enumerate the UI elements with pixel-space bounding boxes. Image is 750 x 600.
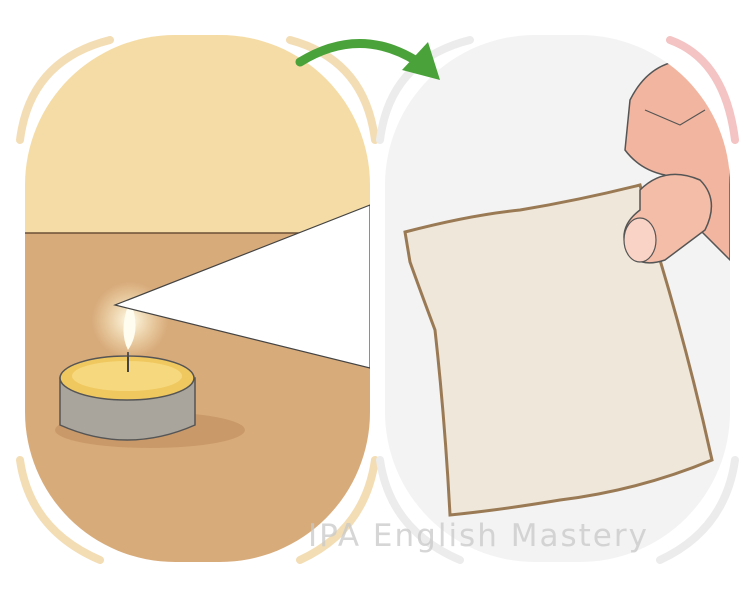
illustration-art xyxy=(16,35,739,564)
right-panel xyxy=(385,35,730,562)
watermark: IPA English Mastery xyxy=(308,518,649,554)
wall xyxy=(25,35,370,235)
illustration: IPA English Mastery xyxy=(0,0,750,600)
left-panel xyxy=(25,35,370,562)
hand xyxy=(623,59,730,264)
